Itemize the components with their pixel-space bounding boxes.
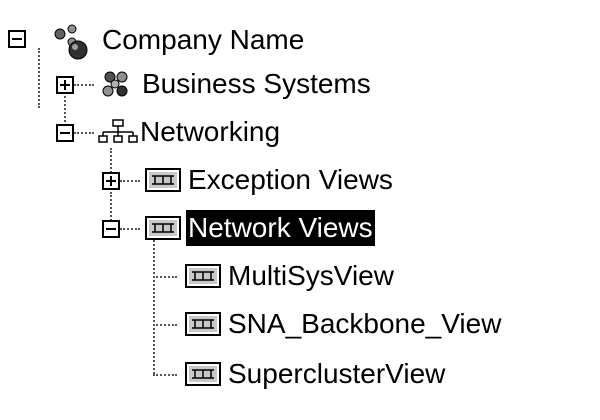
business-systems-icon xyxy=(102,71,128,97)
tree-node-label[interactable]: Business Systems xyxy=(140,66,373,102)
network-topology-icon xyxy=(98,119,138,143)
tree-node-label[interactable]: Company Name xyxy=(100,22,306,58)
tree-connector xyxy=(153,324,177,326)
view-icon xyxy=(145,168,181,192)
minus-icon xyxy=(106,228,116,230)
collapse-toggle[interactable] xyxy=(102,220,120,238)
tree-connector xyxy=(74,132,94,134)
tree-node-label-selected[interactable]: Network Views xyxy=(186,210,375,246)
tree-connector xyxy=(120,228,140,230)
tree-node-label[interactable]: Networking xyxy=(138,114,282,150)
tree-node-label[interactable]: Exception Views xyxy=(186,162,395,198)
expand-toggle[interactable] xyxy=(56,76,74,94)
minus-icon xyxy=(12,38,22,40)
tree-node-label[interactable]: SNA_Backbone_View xyxy=(226,306,503,342)
collapse-toggle[interactable] xyxy=(56,124,74,142)
view-icon xyxy=(145,216,181,240)
expand-toggle[interactable] xyxy=(102,172,120,190)
view-icon xyxy=(185,362,221,386)
tree-connector xyxy=(120,180,140,182)
view-icon xyxy=(185,312,221,336)
collapse-toggle[interactable] xyxy=(8,30,26,48)
tree-connector xyxy=(153,374,177,376)
view-icon xyxy=(185,264,221,288)
tree-node-label[interactable]: SuperclusterView xyxy=(226,356,447,392)
tree-node-label[interactable]: MultiSysView xyxy=(226,258,396,294)
tree-connector xyxy=(74,84,94,86)
resource-tree: Company Name Business Systems Networking xyxy=(0,0,600,420)
minus-icon xyxy=(60,132,70,134)
tree-connector xyxy=(38,48,40,108)
company-icon xyxy=(54,24,88,60)
tree-connector xyxy=(153,240,155,374)
tree-connector xyxy=(153,276,177,278)
